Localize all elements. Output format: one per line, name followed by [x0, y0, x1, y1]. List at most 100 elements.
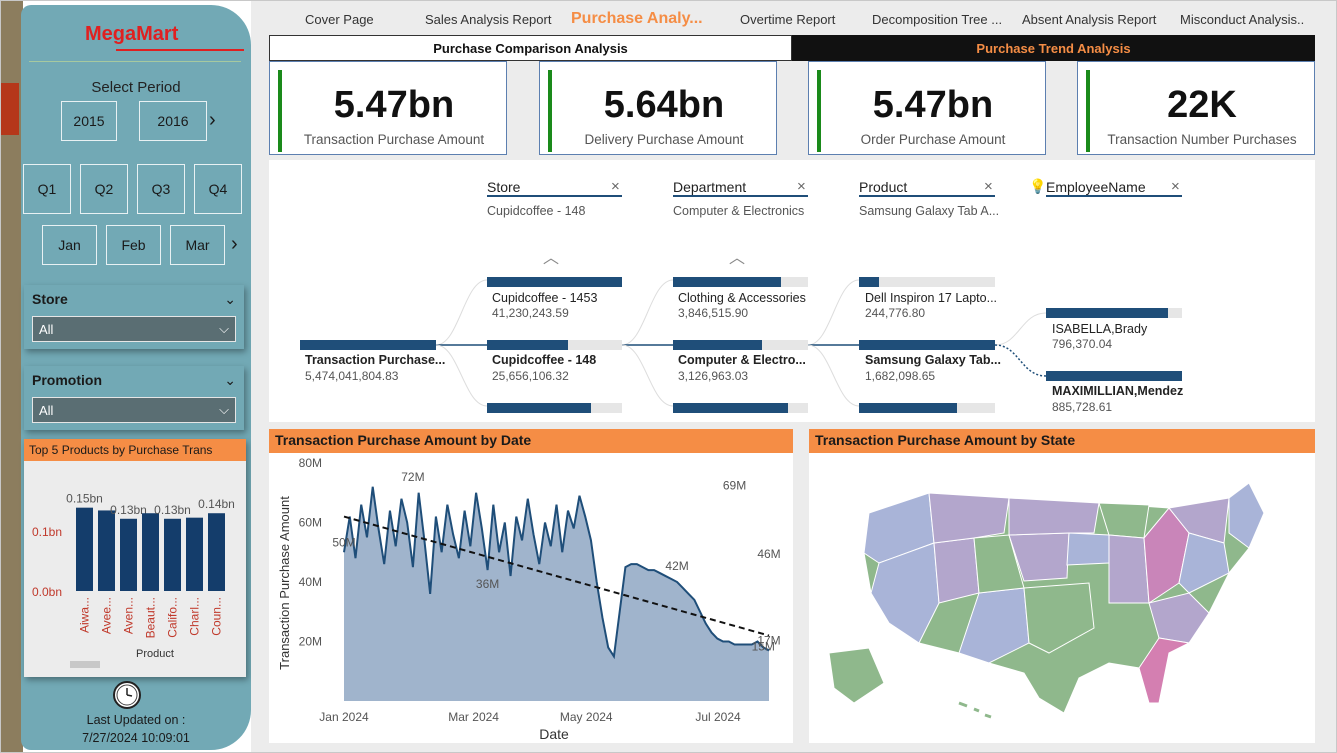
scroll-up-icon[interactable]: ︿	[729, 244, 745, 268]
bar-fill	[859, 277, 880, 287]
tab-absent-analysis[interactable]: Absent Analysis Report	[1022, 12, 1156, 27]
product-node-bar[interactable]	[859, 403, 995, 413]
purchase-by-state-map: Transaction Purchase Amount by State	[809, 429, 1315, 743]
line-chart-title: Transaction Purchase Amount by Date	[269, 429, 793, 453]
chevron-down-icon: ⌵	[219, 402, 229, 417]
scrollbar	[70, 661, 100, 668]
lightbulb-icon[interactable]: 💡	[1029, 178, 1046, 195]
decomp-level-store[interactable]: Store	[487, 179, 622, 197]
year-2016-button[interactable]: 2016	[139, 101, 207, 141]
y-tick-label: 0.0bn	[32, 585, 62, 599]
bar-fill	[1046, 308, 1169, 318]
employee-node-value: 796,370.04	[1052, 337, 1113, 351]
y-tick-label: 40M	[299, 575, 322, 589]
state-alaska[interactable]	[828, 647, 885, 704]
x-tick-label: Califo...	[166, 597, 180, 638]
state-region[interactable]	[1108, 534, 1150, 604]
store-node-value: 41,230,243.59	[492, 306, 569, 320]
map-title: Transaction Purchase Amount by State	[809, 429, 1315, 453]
quarter-q3-button[interactable]: Q3	[137, 164, 185, 214]
quarter-q2-button[interactable]: Q2	[80, 164, 128, 214]
connector-line	[621, 279, 674, 346]
subtab-purchase-comparison[interactable]: Purchase Comparison Analysis	[269, 35, 792, 61]
report-main: Cover Page Sales Analysis Report Purchas…	[251, 1, 1336, 752]
last-updated-label: Last Updated on :	[86, 713, 186, 727]
bar-fill	[673, 340, 763, 350]
tab-decomposition-tree[interactable]: Decomposition Tree ...	[872, 12, 1002, 27]
bar-fill	[673, 403, 788, 413]
month-next-chevron-icon[interactable]: ›	[231, 233, 238, 256]
product-node-value: 244,776.80	[865, 306, 926, 320]
connector-line	[994, 312, 1047, 346]
department-node-bar[interactable]	[673, 340, 808, 350]
product-node-bar[interactable]	[859, 340, 995, 350]
close-icon[interactable]: ×	[984, 178, 993, 195]
store-dropdown[interactable]: All ⌵	[32, 316, 236, 342]
decomp-level-department[interactable]: Department	[673, 179, 808, 197]
tab-cover-page[interactable]: Cover Page	[305, 12, 374, 27]
state-hawaii[interactable]	[958, 701, 992, 719]
close-icon[interactable]: ×	[611, 178, 620, 195]
x-tick-label: Coun...	[210, 597, 224, 636]
department-node-value: 3,126,963.03	[678, 369, 749, 383]
store-slicer: Store ⌄ All ⌵	[24, 285, 244, 349]
close-icon[interactable]: ×	[797, 178, 806, 195]
month-jan-button[interactable]: Jan	[42, 225, 97, 265]
promotion-slicer: Promotion ⌄ All ⌵	[24, 366, 244, 430]
employee-node-label: MAXIMILLIAN,Mendez	[1052, 384, 1184, 398]
state-region[interactable]	[1008, 497, 1100, 536]
chevron-down-icon[interactable]: ⌄	[224, 291, 236, 308]
state-region[interactable]	[1066, 532, 1110, 566]
decomp-level-employee[interactable]: EmployeeName	[1046, 179, 1182, 197]
chevron-down-icon[interactable]: ⌄	[224, 372, 236, 389]
tab-overtime-report[interactable]: Overtime Report	[740, 12, 835, 27]
product-node-bar[interactable]	[859, 277, 995, 287]
store-node-bar[interactable]	[487, 340, 622, 350]
y-tick-label: 0.1bn	[32, 525, 62, 539]
store-node-label: Cupidcoffee - 148	[492, 353, 597, 367]
y-tick-label: 80M	[299, 456, 322, 470]
x-tick-label: Jan 2024	[319, 710, 369, 724]
employee-node-bar[interactable]	[1046, 308, 1182, 318]
tab-sales-analysis[interactable]: Sales Analysis Report	[425, 12, 551, 27]
brand-logo: MegaMart	[85, 23, 179, 45]
decomp-level-product[interactable]: Product	[859, 179, 995, 197]
y-tick-label: 20M	[299, 635, 322, 649]
employee-node-bar[interactable]	[1046, 371, 1182, 381]
top5-products-chart: Top 5 Products by Purchase Trans 0.1bn 0.…	[24, 439, 246, 677]
department-node-bar[interactable]	[673, 403, 808, 413]
top5-bar-chart: 0.1bn 0.0bn 0.15bn Aiwa... Avee... 0.13bn Aven…	[32, 492, 235, 668]
year-next-chevron-icon[interactable]: ›	[209, 109, 216, 132]
promotion-dropdown[interactable]: All ⌵	[32, 397, 236, 423]
quarter-q1-button[interactable]: Q1	[23, 164, 71, 214]
decomp-root-value: 5,474,041,804.83	[305, 369, 399, 383]
data-label: 50M	[332, 535, 355, 549]
bar-fill	[859, 340, 995, 350]
store-node-bar[interactable]	[487, 403, 622, 413]
close-icon[interactable]: ×	[1171, 178, 1180, 195]
quarter-q4-button[interactable]: Q4	[194, 164, 242, 214]
department-node-bar[interactable]	[673, 277, 808, 287]
tab-misconduct-analysis[interactable]: Misconduct Analysis..	[1180, 12, 1304, 27]
store-node-bar[interactable]	[487, 277, 622, 287]
store-node-value: 25,656,106.32	[492, 369, 569, 383]
connector-line	[621, 344, 674, 407]
scroll-up-icon[interactable]: ︿	[543, 244, 559, 268]
year-2015-button[interactable]: 2015	[61, 101, 117, 141]
store-slicer-label: Store	[32, 291, 68, 307]
purchase-by-date-chart: Transaction Purchase Amount by Date 80M 6…	[269, 429, 793, 743]
subtab-purchase-trend[interactable]: Purchase Trend Analysis	[792, 35, 1315, 61]
decomp-root-bar[interactable]	[300, 340, 436, 350]
state-region[interactable]	[933, 537, 980, 604]
data-label: 69M	[723, 479, 746, 493]
tab-purchase-analysis[interactable]: Purchase Analy...	[571, 10, 703, 28]
month-mar-button[interactable]: Mar	[170, 225, 225, 265]
department-node-value: 3,846,515.90	[678, 306, 749, 320]
x-axis-label: Product	[136, 648, 174, 660]
us-state-map[interactable]	[809, 453, 1315, 743]
kpi-value: 22K	[1167, 84, 1237, 126]
month-feb-button[interactable]: Feb	[106, 225, 161, 265]
line-chart-svg: 80M 60M 40M 20M Jan 2024 Mar 2024 May 2024 Jul …	[277, 456, 781, 742]
top5-chart-title: Top 5 Products by Purchase Trans	[24, 439, 246, 461]
kpi-value: 5.47bn	[872, 84, 994, 126]
